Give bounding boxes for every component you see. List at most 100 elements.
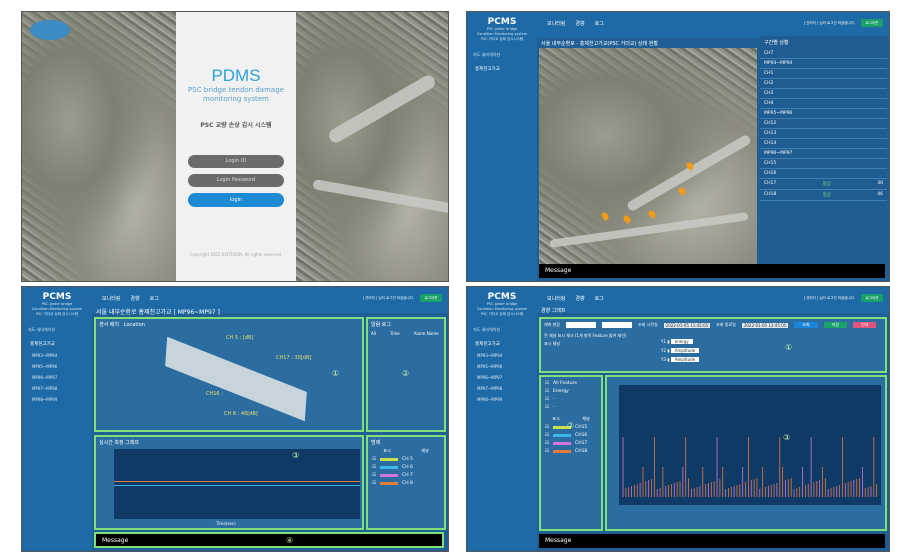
start-date-field[interactable]: 2022-01-05 11:45:05 <box>663 322 711 328</box>
marker-1: ① <box>332 369 340 378</box>
login-button[interactable]: login <box>188 193 284 207</box>
login-id-field[interactable]: Login ID <box>188 155 284 168</box>
legend-panel: 범례 표시 채널 ☑ CH 5 ☑ CH 6 ☑ CH 7 ☑ CH 8 <box>366 435 446 530</box>
status-row: CH7 <box>760 49 887 59</box>
query-button[interactable]: 조회 <box>794 322 818 328</box>
feature-all[interactable]: ☑ All Feature <box>545 381 597 386</box>
status-row: MP93~MP94 <box>760 59 887 69</box>
sidebar-item[interactable]: MP95~MP96 <box>32 364 92 369</box>
message-bar: Message ④ <box>94 532 444 548</box>
trend-graph-panel: ③ <box>605 375 887 531</box>
topbar: 모니터링 경향 로그 [ 관리자 ] 님이 로그인 하셨습니다. 로그아웃 <box>537 12 889 38</box>
sensor-label: CH17 : 30[dB] <box>276 355 312 361</box>
brand: PCMS <box>487 17 517 27</box>
end-date-field[interactable]: 2022-01-05 13:45:05 <box>741 322 789 328</box>
marker-2: ② <box>402 369 410 378</box>
query-panel: 계측 현장 조회 시작일 2022-01-05 11:45:05 조회 종료일 … <box>539 317 887 373</box>
sidebar-item[interactable]: MP97~MP98 <box>477 386 537 391</box>
realtime-chart <box>114 449 360 519</box>
sidebar-group[interactable]: 홍제천고가교 <box>475 341 537 347</box>
tab-sensor-layout[interactable]: 센서 배치 <box>99 322 119 328</box>
legend-item[interactable]: ☑ CH 7 <box>372 473 440 478</box>
sidebar-item[interactable]: MP98~MP99 <box>32 397 92 402</box>
save-button[interactable]: 저장 <box>823 322 848 328</box>
feature-energy[interactable]: ☑ Energy <box>545 389 597 394</box>
tab-location[interactable]: Location <box>124 322 145 328</box>
sidebar: PCMS PSC girder bridge Condition Monitor… <box>467 287 537 551</box>
tab-log[interactable]: 로그 <box>150 295 159 302</box>
tab-monitoring[interactable]: 모니터링 <box>547 295 565 302</box>
legend-item[interactable]: ☑ CH18 <box>545 449 597 454</box>
legend-item[interactable]: ☑ CH 8 <box>372 481 440 486</box>
map-title: 서울 내부순환로 - 홍제천고가교(PSC 거더교) 상태 현황 <box>541 41 658 47</box>
tab-log[interactable]: 로그 <box>595 295 604 302</box>
sidebar-item[interactable]: MP98~MP99 <box>477 397 537 402</box>
tab-monitoring[interactable]: 모니터링 <box>102 295 120 302</box>
logout-button[interactable]: 로그아웃 <box>861 294 883 302</box>
sidebar-item[interactable]: MP93~MP94 <box>477 353 537 358</box>
detail-screenshot: PCMS PSC girder bridge Condition Monitor… <box>21 286 449 552</box>
login-password-field[interactable]: Login Password <box>188 174 284 187</box>
y1-select[interactable]: energy <box>670 339 693 344</box>
status-row: CH17 정상 30 <box>760 179 887 190</box>
sensor-label: CH16 : <box>206 391 223 397</box>
sensor-label: CH 5 : [dB] <box>226 335 254 341</box>
sensor-layout-panel: 센서 배치 Location CH 5 : [dB] CH17 : 30[dB]… <box>94 317 364 432</box>
sidebar-item[interactable]: MP93~MP94 <box>32 353 92 358</box>
marker-3: ③ <box>783 433 791 442</box>
status-row: CH4 <box>760 99 887 109</box>
message-bar: Message <box>539 534 885 548</box>
tab-trend[interactable]: 경향 <box>575 295 584 302</box>
marker-4: ④ <box>286 536 294 545</box>
status-panel-title: 구간별 상황 <box>764 40 789 46</box>
print-button[interactable]: 인쇄 <box>853 322 877 328</box>
status-row: CH2 <box>760 79 887 89</box>
legend-item[interactable]: ☑ CH17 <box>545 441 597 446</box>
legend-item[interactable]: ☑ CH16 <box>545 433 597 438</box>
aerial-map-right <box>296 12 448 281</box>
status-row: CH1 <box>760 69 887 79</box>
all-channel-checkbox[interactable]: 전 채널 표시 체크 (1개 항목 Feature 을켜 재인) <box>544 333 626 339</box>
y2-select[interactable]: Amplitude <box>670 348 700 353</box>
message-bar: Message <box>539 264 885 278</box>
sidebar-item[interactable]: MP96~MP97 <box>32 375 92 380</box>
tab-trend[interactable]: 경향 <box>130 295 139 302</box>
aerial-map-left <box>22 12 177 281</box>
tab-log[interactable]: 로그 <box>595 20 604 27</box>
login-status: [ 관리자 ] 님이 로그인 하셨습니다. <box>803 21 855 25</box>
map-view[interactable] <box>539 48 757 266</box>
legend-item[interactable]: ☑ CH 6 <box>372 465 440 470</box>
status-row: MP96~MP97 <box>760 149 887 159</box>
status-row: CH15 <box>760 159 887 169</box>
alarm-log-panel: 알람 로그 All Time Alarm Name ② <box>366 317 446 432</box>
logout-button[interactable]: 로그아웃 <box>420 294 442 302</box>
legend-item[interactable]: ☑ CH 5 <box>372 457 440 462</box>
logout-button[interactable]: 로그아웃 <box>861 19 883 27</box>
marker-1: ① <box>785 343 793 352</box>
status-row: CH12 <box>760 119 887 129</box>
sidebar-item[interactable]: MP97~MP98 <box>32 386 92 391</box>
status-row: CH3 <box>760 89 887 99</box>
tab-monitoring[interactable]: 모니터링 <box>547 20 565 27</box>
sidebar-group[interactable]: 홍제천고가교 <box>475 66 537 72</box>
sidebar-item[interactable]: MP96~MP97 <box>477 375 537 380</box>
sidebar-group[interactable]: 홍제천고가교 <box>30 341 92 347</box>
marker-2: ② <box>567 421 575 430</box>
status-row: CH18 정상 46 <box>760 190 887 201</box>
login-korean-title: PSC 교량 손상 감시 시스템 <box>200 122 272 129</box>
tab-trend[interactable]: 경향 <box>575 20 584 27</box>
sidebar-item[interactable]: MP95~MP96 <box>477 364 537 369</box>
bridge-model <box>165 336 307 422</box>
detail-title: 서울 내부순환로 홍제천고가교 [ MP96~MP97 ] <box>96 309 220 316</box>
topbar: 모니터링 경향 로그 [ 관리자 ] 님이 로그인 하셨습니다. 로그아웃 <box>537 287 889 313</box>
status-panel: 구간별 상황 CH7 MP93~MP94 CH1 CH2 CH3 CH4 MP95~MP96… <box>760 36 887 266</box>
sidebar: PCMS PSC girder bridge Condition Monitor… <box>467 12 537 281</box>
bridge-select[interactable] <box>602 322 632 328</box>
login-title: PDMS <box>211 66 261 85</box>
y3-select[interactable]: Amplitude <box>670 357 700 362</box>
status-row: MP95~MP96 <box>760 109 887 119</box>
trend-chart <box>619 385 881 505</box>
realtime-graph-panel: 실시간 측정 그래프 Time(sec) ③ <box>94 435 364 530</box>
marker-3: ③ <box>292 451 300 460</box>
site-select[interactable] <box>566 322 596 328</box>
